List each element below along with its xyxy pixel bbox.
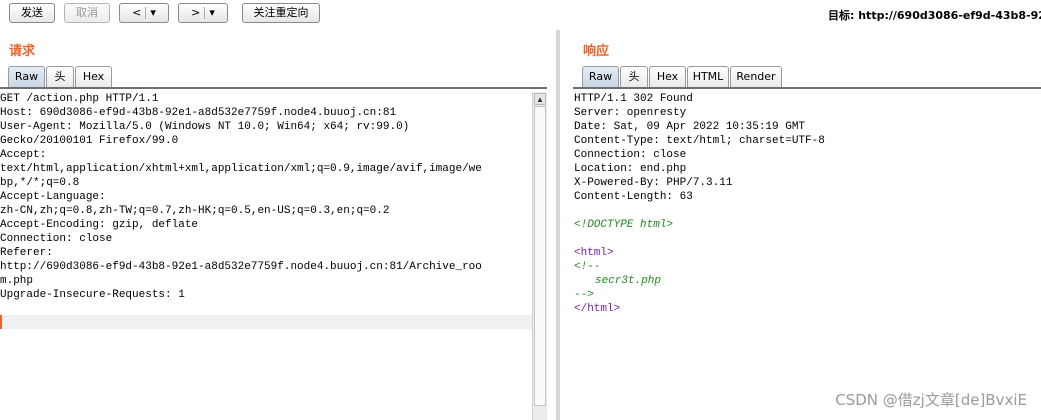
response-tab-headers[interactable]: 头 <box>620 66 648 87</box>
request-line: zh-CN,zh;q=0.8,zh-TW;q=0.7,zh-HK;q=0.5,e… <box>0 205 390 217</box>
request-tab-headers[interactable]: 头 <box>46 66 74 87</box>
response-tab-render[interactable]: Render <box>730 66 782 87</box>
response-title: 响应 <box>583 44 610 59</box>
scrollbar-thumb[interactable] <box>534 106 546 406</box>
forward-button[interactable]: > ▾ <box>178 3 228 23</box>
follow-redirect-button[interactable]: 关注重定向 <box>242 3 320 23</box>
response-tab-raw[interactable]: Raw <box>582 66 619 87</box>
response-header-line: X-Powered-By: PHP/7.3.11 <box>574 177 733 189</box>
request-line: Referer: <box>0 247 53 259</box>
request-line: text/html,application/xhtml+xml,applicat… <box>0 163 482 175</box>
response-header-line: Server: openresty <box>574 107 687 119</box>
request-tab-raw[interactable]: Raw <box>8 66 45 87</box>
comment-text-line: secr3t.php <box>595 275 662 287</box>
request-title: 请求 <box>9 44 36 59</box>
cancel-button[interactable]: 取消 <box>64 3 110 23</box>
request-editor[interactable]: GET /action.php HTTP/1.1 Host: 690d3086-… <box>0 92 532 420</box>
forward-dropdown-icon: ▾ <box>209 6 215 19</box>
comment-open-line: <!-- <box>574 261 601 273</box>
toolbar: 发送 取消 < ▾ > ▾ 关注重定向 目标: http://690d3086-ef… <box>0 0 1041 30</box>
request-line: User-Agent: Mozilla/5.0 (Windows NT 10.0… <box>0 121 410 133</box>
response-header-line: Location: end.php <box>574 163 687 175</box>
html-close-line: </html> <box>574 302 1041 316</box>
request-line: Accept: <box>0 149 47 161</box>
scroll-up-arrow-icon[interactable]: ▲ <box>534 93 546 105</box>
request-line: bp,*/*;q=0.8 <box>0 177 80 189</box>
back-button[interactable]: < ▾ <box>119 3 169 23</box>
comment-close-line: --> <box>574 289 594 301</box>
response-viewer[interactable]: HTTP/1.1 302 Found Server: openresty Dat… <box>574 92 1041 420</box>
response-header-line: Connection: close <box>574 149 687 161</box>
response-header-line: HTTP/1.1 302 Found <box>574 93 693 105</box>
request-line: m.php <box>0 275 34 287</box>
response-header-line: Content-Length: 63 <box>574 191 693 203</box>
watermark: CSDN @借zj文章[de]BvxiE <box>835 391 1027 409</box>
html-open-line: <html> <box>574 246 1041 260</box>
request-line: Accept-Encoding: gzip, deflate <box>0 219 199 231</box>
html-open-tag: <html> <box>574 247 614 259</box>
response-header-line: Date: Sat, 09 Apr 2022 10:35:19 GMT <box>574 121 806 133</box>
send-button[interactable]: 发送 <box>9 3 55 23</box>
forward-arrow-icon: > <box>191 6 201 19</box>
response-tab-hex[interactable]: Hex <box>649 66 686 87</box>
request-scrollbar[interactable]: ▲ <box>532 92 547 420</box>
request-line: Host: 690d3086-ef9d-43b8-92e1-a8d532e775… <box>0 107 397 119</box>
current-line-highlight <box>0 315 532 329</box>
request-line: GET /action.php HTTP/1.1 <box>0 93 159 105</box>
request-line: Upgrade-Insecure-Requests: 1 <box>0 289 185 301</box>
request-line: Gecko/20100101 Firefox/99.0 <box>0 135 179 147</box>
text-cursor <box>0 315 2 329</box>
target-label: 目标: http://690d3086-ef9d-43b8-92e1-a8d <box>828 9 1041 22</box>
request-line: Accept-Language: <box>0 191 106 203</box>
response-tab-html[interactable]: HTML <box>687 66 729 87</box>
back-dropdown-icon: ▾ <box>150 6 156 19</box>
response-tab-underline <box>573 87 1041 89</box>
request-line: Connection: close <box>0 233 113 245</box>
back-arrow-icon: < <box>132 6 142 19</box>
panel-splitter[interactable] <box>556 30 560 420</box>
html-close-tag: </html> <box>574 303 621 315</box>
request-line: http://690d3086-ef9d-43b8-92e1-a8d532e77… <box>0 261 482 273</box>
response-header-line: Content-Type: text/html; charset=UTF-8 <box>574 135 825 147</box>
request-tab-underline <box>0 87 547 89</box>
doctype-line: <!DOCTYPE html> <box>574 219 674 231</box>
request-tab-hex[interactable]: Hex <box>75 66 112 87</box>
